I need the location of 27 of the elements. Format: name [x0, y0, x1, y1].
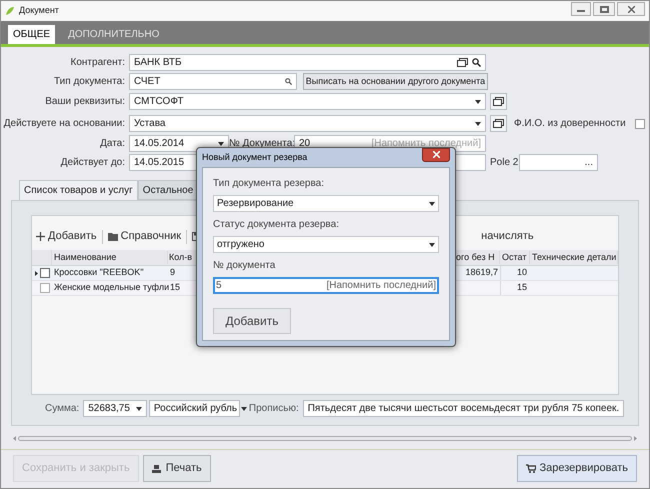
field-label: Статус документа резерва:	[213, 219, 339, 230]
field-label: Действует до:	[60, 157, 125, 168]
table-cell: 15	[170, 282, 180, 292]
dialog-title: Новый документ резерва	[202, 150, 308, 164]
table-cell: Женские модельные туфли	[54, 282, 170, 292]
table-cell: 18619,7	[465, 267, 498, 278]
column-header: Наименование	[52, 250, 168, 264]
column-header: Технические детали	[530, 250, 618, 264]
table-cell: 10	[516, 267, 527, 278]
field-label: Дата:	[100, 138, 125, 149]
table-cell: Кроссовки "REEBOK"	[54, 267, 144, 278]
field-label: № Документа:	[229, 138, 296, 149]
field-label: Прописью:	[248, 402, 299, 416]
checkbox-label: Ф.И.О. из доверенности	[514, 117, 626, 131]
table-cell: 15	[516, 282, 527, 292]
window-title: Документ	[19, 4, 59, 18]
field-label: Ваши реквизиты:	[45, 96, 125, 107]
field-label: Контрагент:	[70, 57, 125, 68]
field-label: Pole 2	[490, 157, 518, 168]
field-label: Тип документа:	[54, 76, 125, 87]
field-label: № документа	[213, 260, 276, 271]
column-header: Остат	[500, 250, 530, 264]
table-cell: 9	[170, 267, 176, 278]
field-label: Сумма:	[45, 402, 80, 416]
field-label: Тип документа резерва:	[213, 177, 326, 191]
column-header: Кол-в	[168, 250, 194, 264]
field-label: Действуете на основании:	[4, 118, 125, 129]
